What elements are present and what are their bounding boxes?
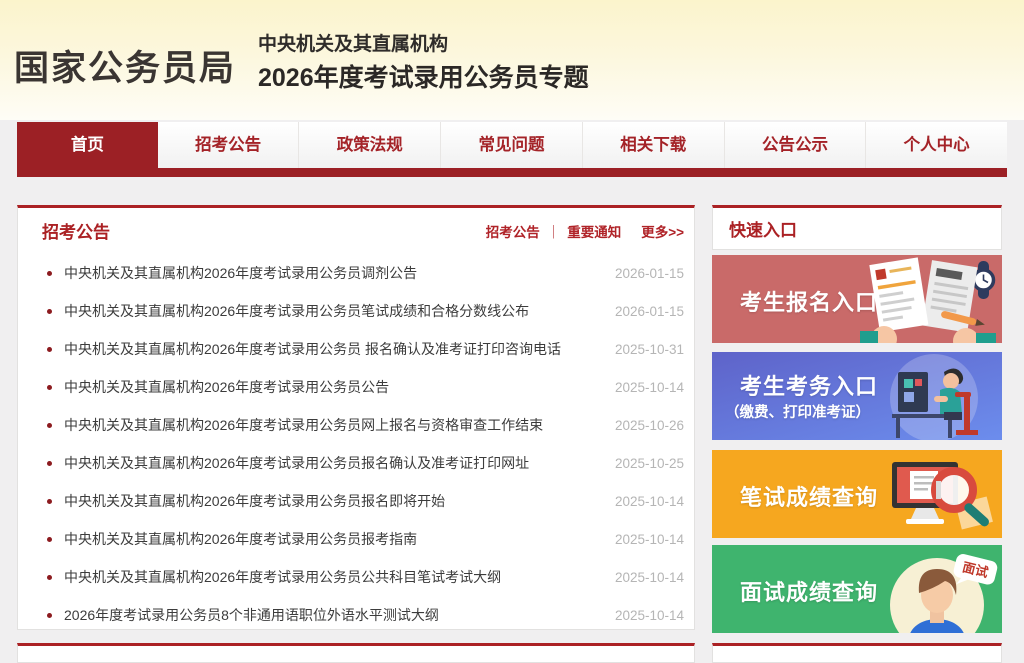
bullet-icon: [47, 271, 52, 276]
tab-policies[interactable]: 政策法规: [299, 122, 441, 168]
bullet-icon: [47, 499, 52, 504]
list-item: 中央机关及其直属机构2026年度考试录用公务员公共科目笔试考试大纲 2025-1…: [18, 558, 694, 596]
announcement-date: 2025-10-25: [615, 456, 684, 471]
page-title: 2026年度考试录用公务员专题: [258, 58, 589, 94]
candidate-registration-entry-button[interactable]: 考生报名入口: [712, 255, 1002, 343]
announcement-link[interactable]: 中央机关及其直属机构2026年度考试录用公务员报名即将开始: [64, 491, 603, 511]
announcement-date: 2026-01-15: [615, 304, 684, 319]
announcement-date: 2025-10-14: [615, 494, 684, 509]
announcement-link[interactable]: 中央机关及其直属机构2026年度考试录用公务员调剂公告: [64, 263, 603, 283]
bullet-icon: [47, 537, 52, 542]
bullet-icon: [47, 385, 52, 390]
computer-desk-icon: [852, 352, 1002, 440]
list-item: 中央机关及其直属机构2026年度考试录用公务员调剂公告 2026-01-15: [18, 254, 694, 292]
tab-faq[interactable]: 常见问题: [441, 122, 583, 168]
tab-personal-center[interactable]: 个人中心: [866, 122, 1007, 168]
bullet-icon: [47, 575, 52, 580]
registration-papers-icon: [852, 255, 1002, 343]
button-sublabel: （缴费、打印准考证）: [725, 401, 870, 422]
list-item: 2026年度考试录用公务员8个非通用语职位外语水平测试大纲 2025-10-14: [18, 596, 694, 630]
list-item: 中央机关及其直属机构2026年度考试录用公务员报名确认及准考证打印网址 2025…: [18, 444, 694, 482]
bullet-icon: [47, 309, 52, 314]
list-item: 中央机关及其直属机构2026年度考试录用公务员 报名确认及准考证打印咨询电话 2…: [18, 330, 694, 368]
quick-entry-panel: 快速入口: [712, 205, 1002, 250]
written-exam-score-query-button[interactable]: 笔试成绩查询: [712, 450, 1002, 538]
announcement-link[interactable]: 中央机关及其直属机构2026年度考试录用公务员公告: [64, 377, 603, 397]
nav-tabs: 首页 招考公告 政策法规 常见问题 相关下载 公告公示 个人中心: [17, 122, 1007, 168]
header-subtitle: 中央机关及其直属机构: [258, 29, 448, 56]
announcement-link[interactable]: 中央机关及其直属机构2026年度考试录用公务员网上报名与资格审查工作结束: [64, 415, 603, 435]
candidate-exam-affairs-entry-button[interactable]: 考生考务入口 （缴费、打印准考证）: [712, 352, 1002, 440]
tab-notices[interactable]: 公告公示: [725, 122, 867, 168]
announcements-header-links: 招考公告 ｜ 重要通知 更多>>: [486, 221, 684, 241]
announcement-date: 2025-10-31: [615, 342, 684, 357]
announcements-tab-link[interactable]: 招考公告: [486, 221, 540, 241]
site-logo[interactable]: 国家公务员局: [14, 40, 236, 91]
bullet-icon: [47, 613, 52, 618]
tab-announcements[interactable]: 招考公告: [158, 122, 300, 168]
announcements-title: 招考公告: [42, 218, 110, 243]
tab-home[interactable]: 首页: [17, 122, 158, 168]
announcements-header: 招考公告 招考公告 ｜ 重要通知 更多>>: [18, 208, 694, 253]
interview-score-query-button[interactable]: 面试成绩查询 面试: [712, 545, 1002, 633]
list-item: 中央机关及其直属机构2026年度考试录用公务员报名即将开始 2025-10-14: [18, 482, 694, 520]
score-search-monitor-icon: [852, 450, 1002, 538]
header-links-divider: ｜: [547, 221, 561, 241]
list-item: 中央机关及其直属机构2026年度考试录用公务员笔试成绩和合格分数线公布 2026…: [18, 292, 694, 330]
main-nav: 首页 招考公告 政策法规 常见问题 相关下载 公告公示 个人中心: [17, 122, 1007, 177]
bullet-icon: [47, 347, 52, 352]
announcement-link[interactable]: 中央机关及其直属机构2026年度考试录用公务员 报名确认及准考证打印咨询电话: [64, 339, 603, 359]
announcement-date: 2025-10-14: [615, 532, 684, 547]
announcement-date: 2025-10-14: [615, 608, 684, 623]
announcement-date: 2025-10-14: [615, 380, 684, 395]
important-notices-tab-link[interactable]: 重要通知: [567, 221, 621, 241]
announcement-link[interactable]: 中央机关及其直属机构2026年度考试录用公务员笔试成绩和合格分数线公布: [64, 301, 603, 321]
announcement-link[interactable]: 中央机关及其直属机构2026年度考试录用公务员公共科目笔试考试大纲: [64, 567, 603, 587]
announcement-link[interactable]: 中央机关及其直属机构2026年度考试录用公务员报考指南: [64, 529, 603, 549]
tab-downloads[interactable]: 相关下载: [583, 122, 725, 168]
quick-entry-title: 快速入口: [729, 216, 797, 241]
next-section-left: [17, 643, 695, 663]
site-header: 国家公务员局 中央机关及其直属机构 2026年度考试录用公务员专题: [0, 0, 1024, 120]
bullet-icon: [47, 461, 52, 466]
list-item: 中央机关及其直属机构2026年度考试录用公务员报考指南 2025-10-14: [18, 520, 694, 558]
announcements-list: 中央机关及其直属机构2026年度考试录用公务员调剂公告 2026-01-15 中…: [18, 253, 694, 630]
bullet-icon: [47, 423, 52, 428]
announcement-link[interactable]: 中央机关及其直属机构2026年度考试录用公务员报名确认及准考证打印网址: [64, 453, 603, 473]
list-item: 中央机关及其直属机构2026年度考试录用公务员网上报名与资格审查工作结束 202…: [18, 406, 694, 444]
announcement-date: 2026-01-15: [615, 266, 684, 281]
more-link[interactable]: 更多>>: [641, 221, 684, 241]
interview-avatar-icon: 面试: [852, 545, 1002, 633]
announcement-date: 2025-10-14: [615, 570, 684, 585]
announcement-link[interactable]: 2026年度考试录用公务员8个非通用语职位外语水平测试大纲: [64, 605, 603, 625]
nav-bottom-strip: [17, 168, 1007, 177]
list-item: 中央机关及其直属机构2026年度考试录用公务员公告 2025-10-14: [18, 368, 694, 406]
announcement-date: 2025-10-26: [615, 418, 684, 433]
announcements-panel: 招考公告 招考公告 ｜ 重要通知 更多>> 中央机关及其直属机构2026年度考试…: [17, 205, 695, 630]
next-section-right: [712, 643, 1002, 663]
